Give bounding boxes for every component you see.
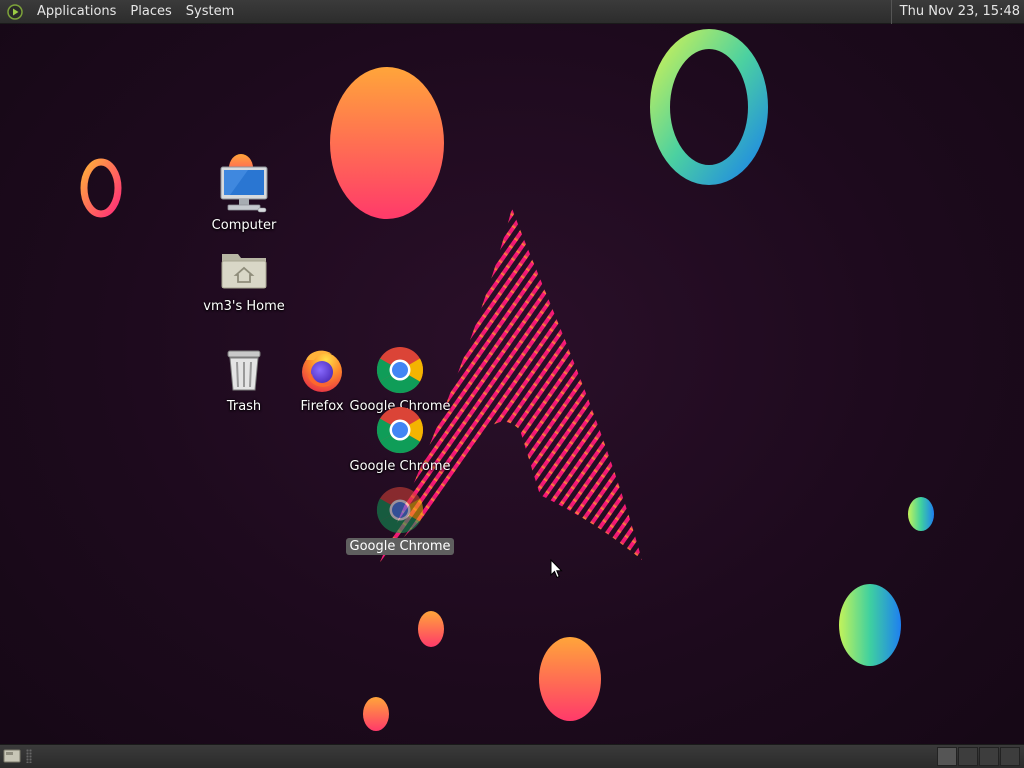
trash-label: Trash [226,399,262,414]
chrome-icon [374,404,426,456]
trash-icon [218,344,270,396]
bottom-panel [0,744,1024,768]
mouse-pointer-icon [550,559,563,579]
workspace-1-button[interactable] [937,747,957,766]
chrome-icon [374,344,426,396]
show-desktop-icon[interactable] [3,748,21,764]
system-menu[interactable]: System [179,0,241,24]
computer-label: Computer [211,218,277,233]
places-menu[interactable]: Places [123,0,178,24]
desktop[interactable]: Applications Places System Thu Nov 23, 1… [0,0,1024,768]
chrome-label-3: Google Chrome [345,538,455,555]
home-label: vm3's Home [203,299,285,314]
chrome-icon [374,484,426,536]
workspace-3-button[interactable] [979,747,999,766]
firefox-label: Firefox [300,399,344,414]
home-folder-desktop-icon[interactable]: vm3's Home [194,244,294,315]
firefox-icon [296,344,348,396]
chrome-label-2: Google Chrome [349,459,451,474]
applications-menu[interactable]: Applications [30,0,123,24]
clock[interactable]: Thu Nov 23, 15:48 [890,0,1024,24]
chrome-desktop-icon-2[interactable]: Google Chrome [350,404,450,475]
chrome-desktop-icon-3[interactable]: Google Chrome [345,484,455,555]
workspace-2-button[interactable] [958,747,978,766]
panel-grip-handle[interactable] [26,749,32,763]
computer-icon [218,163,270,215]
computer-desktop-icon[interactable]: Computer [194,163,294,234]
home-folder-icon [218,244,270,296]
top-panel: Applications Places System Thu Nov 23, 1… [0,0,1024,24]
wallpaper-art [80,29,934,731]
distro-logo-icon[interactable] [6,3,24,21]
workspace-4-button[interactable] [1000,747,1020,766]
